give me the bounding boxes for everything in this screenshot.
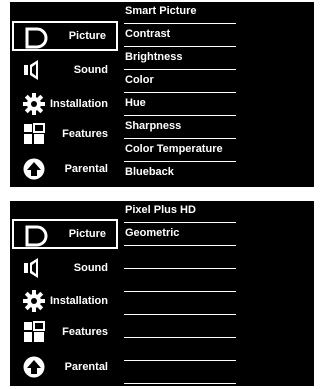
menu-item-color-temperature[interactable]: Color Temperature <box>124 139 236 162</box>
menu-item-geometric[interactable]: Geometric <box>124 223 236 246</box>
menu-item-pixel-plus-hd[interactable]: Pixel Plus HD <box>124 201 236 223</box>
sidebar-item-label: Installation <box>49 295 108 307</box>
menu-item-contrast[interactable]: Contrast <box>124 24 236 47</box>
menu-item-empty <box>124 338 236 361</box>
sidebar-item-label: Parental <box>64 163 108 175</box>
sidebar-item-label: Parental <box>64 361 108 373</box>
sidebar-item-label: Features <box>62 326 108 338</box>
sidebar-item-label: Installation <box>49 98 108 110</box>
sidebar-item-label: Picture <box>68 228 106 240</box>
menu-item-empty <box>124 361 236 384</box>
menu-item-color[interactable]: Color <box>124 70 236 93</box>
sidebar-item-label: Sound <box>73 64 108 76</box>
sidebar-item-parental[interactable]: Parental <box>12 352 118 382</box>
sidebar-item-picture[interactable]: Picture <box>12 219 118 249</box>
submenu: Pixel Plus HD Geometric <box>124 201 236 384</box>
sidebar-item-picture[interactable]: Picture <box>12 21 118 51</box>
tv-menu-panel-1: Picture Sound Installation Features Pare… <box>10 2 314 187</box>
sidebar-item-label: Features <box>62 128 108 140</box>
menu-item-empty <box>124 246 236 269</box>
submenu: Smart Picture Contrast Brightness Color … <box>124 2 236 185</box>
sidebar-item-features[interactable]: Features <box>12 317 118 347</box>
sidebar-item-parental[interactable]: Parental <box>12 154 118 184</box>
menu-item-empty <box>124 315 236 338</box>
menu-item-blueback[interactable]: Blueback <box>124 162 236 185</box>
sidebar: Picture Sound Installation Features Pare… <box>10 201 122 386</box>
sidebar-item-label: Picture <box>68 30 106 42</box>
menu-item-empty <box>124 292 236 315</box>
menu-item-hue[interactable]: Hue <box>124 93 236 116</box>
menu-item-smart-picture[interactable]: Smart Picture <box>124 2 236 24</box>
sidebar-item-label: Sound <box>73 262 108 274</box>
sidebar-item-installation[interactable]: Installation <box>12 286 118 316</box>
menu-item-empty <box>124 269 236 292</box>
sidebar-item-installation[interactable]: Installation <box>12 89 118 119</box>
sidebar: Picture Sound Installation Features Pare… <box>10 2 122 187</box>
tv-menu-panel-2: Picture Sound Installation Features Pare… <box>10 201 314 386</box>
sidebar-item-sound[interactable]: Sound <box>12 55 118 85</box>
sidebar-item-sound[interactable]: Sound <box>12 253 118 283</box>
menu-item-sharpness[interactable]: Sharpness <box>124 116 236 139</box>
menu-item-brightness[interactable]: Brightness <box>124 47 236 70</box>
sidebar-item-features[interactable]: Features <box>12 119 118 149</box>
